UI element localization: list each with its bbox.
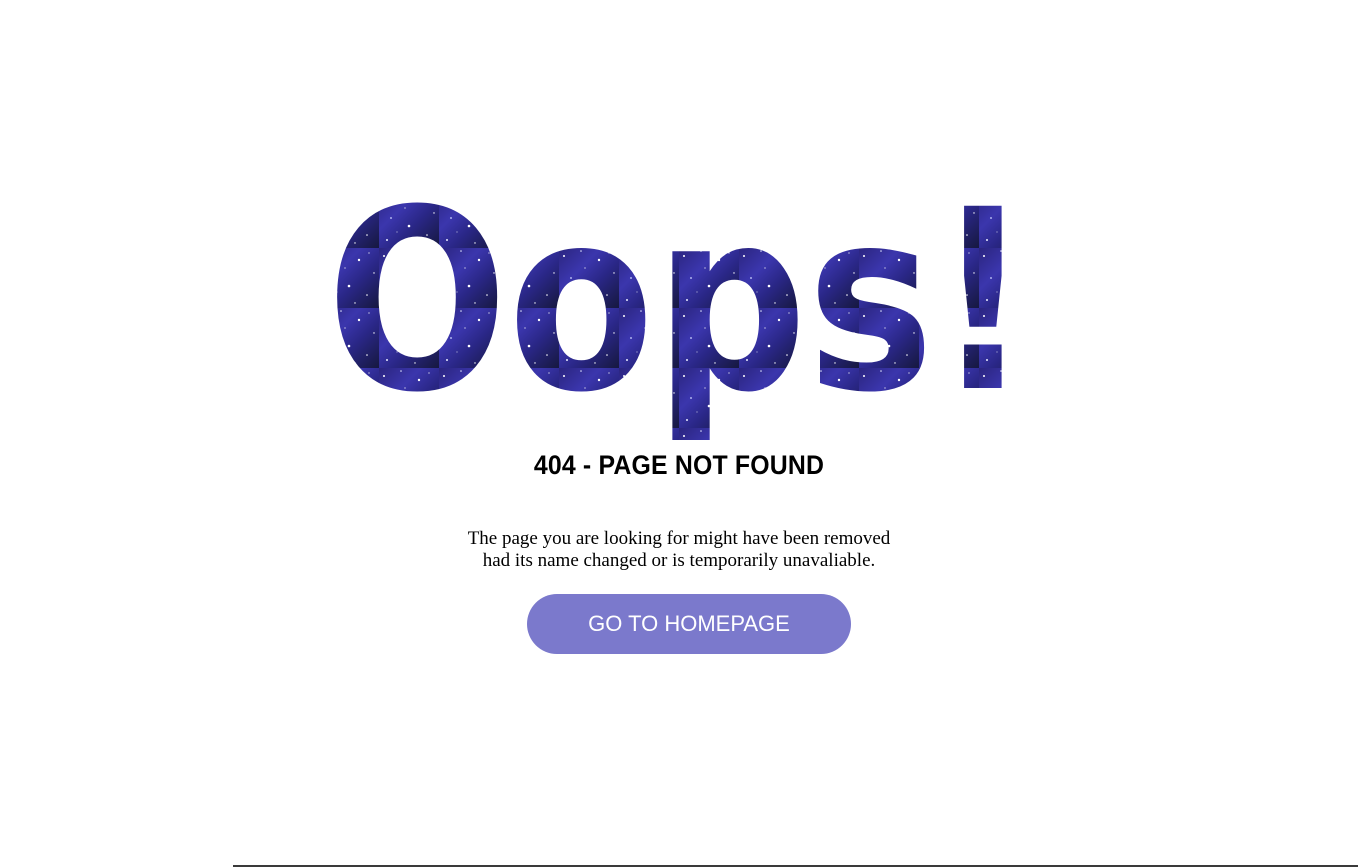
oops-graphic: Oops! bbox=[327, 188, 1032, 447]
error-message-line-1: The page you are looking for might have … bbox=[467, 528, 891, 549]
oops-hero: Oops! bbox=[0, 188, 1358, 448]
go-to-homepage-button[interactable]: GO TO HOMEPAGE bbox=[527, 594, 851, 654]
error-title: 404 - PAGE NOT FOUND bbox=[533, 450, 825, 480]
error-message: The page you are looking for might have … bbox=[0, 528, 1358, 572]
error-message-line-2: had its name changed or is temporarily u… bbox=[482, 550, 876, 571]
not-found-page: Oops! 404 - PAGE NOT FOUND The page you … bbox=[0, 0, 1358, 867]
oops-heading: Oops! bbox=[327, 188, 1032, 447]
